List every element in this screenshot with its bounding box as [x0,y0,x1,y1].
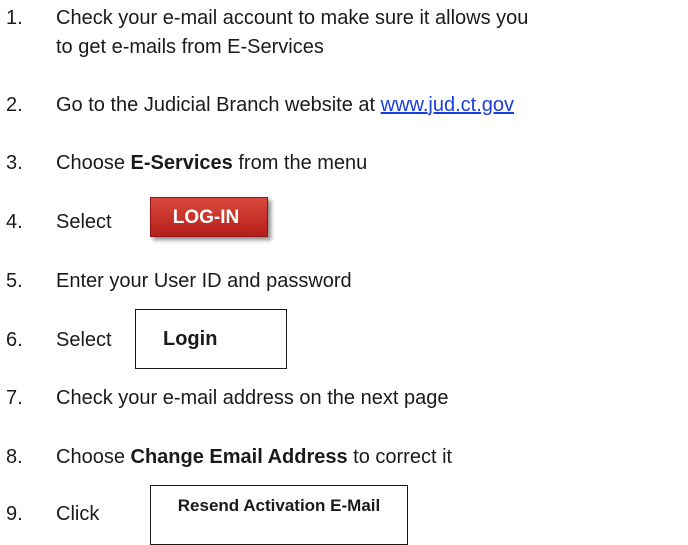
step-text: Enter your User ID and password [56,270,352,292]
log-in-button[interactable]: LOG-IN [150,197,268,237]
step-text: to get e-mails from E-Services [56,36,324,58]
step-text: Check your e-mail account to make sure i… [56,7,529,29]
login-button[interactable]: Login [135,309,287,369]
step-text-prefix: Go to the Judicial Branch website at [56,94,381,116]
step-text-prefix: Choose [56,152,131,174]
step-number: 4. [6,211,23,233]
step-number: 1. [6,7,23,29]
step-number: 6. [6,329,23,351]
step-number: 5. [6,270,23,292]
step-text: Check your e-mail address on the next pa… [56,387,449,409]
step-number: 2. [6,94,23,116]
step-number: 7. [6,387,23,409]
step-text-prefix: Choose [56,446,131,468]
step-text: Select [56,329,112,351]
step-number: 3. [6,152,23,174]
jud-website-link[interactable]: www.jud.ct.gov [381,94,514,116]
step-number: 8. [6,446,23,468]
e-services-label: E-Services [130,152,233,174]
step-number: 9. [6,503,23,525]
step-text: Choose E-Services from the menu [56,150,367,176]
step-text-suffix: to correct it [347,446,453,468]
step-text: Select [56,211,112,233]
change-email-label: Change Email Address [130,446,348,468]
step-text: Go to the Judicial Branch website at www… [56,92,514,118]
step-text: Click [56,503,100,525]
step-text: Choose Change Email Address to correct i… [56,444,452,470]
resend-activation-button[interactable]: Resend Activation E-Mail [150,485,408,545]
step-text-suffix: from the menu [232,152,368,174]
